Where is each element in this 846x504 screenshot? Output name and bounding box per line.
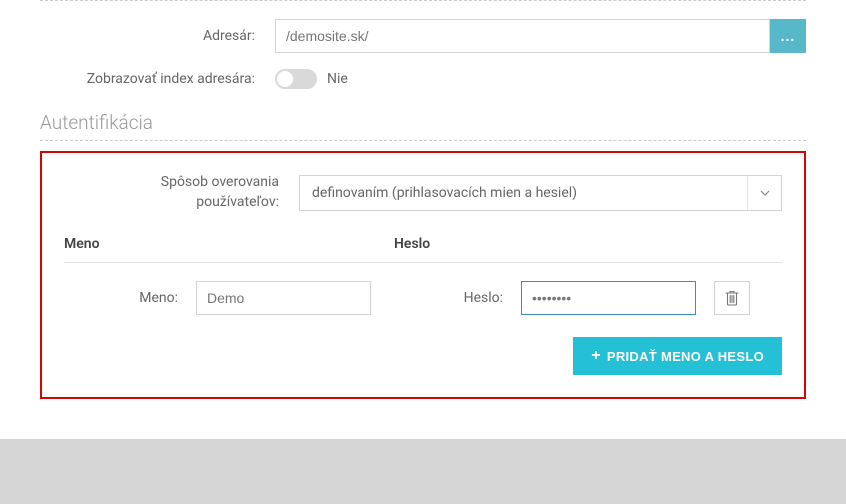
auth-method-select[interactable]: definovaním (prihlasovacích mien a hesie… — [299, 175, 782, 211]
index-toggle-value: Nie — [327, 71, 348, 87]
auth-method-row: Spôsob overovania používateľov: definova… — [64, 173, 782, 212]
cred-name-label: Meno: — [64, 290, 196, 306]
trash-icon — [725, 290, 739, 306]
cred-pass-label: Heslo: — [441, 290, 521, 306]
directory-row: Adresár: ... — [40, 19, 806, 53]
cred-pass-input[interactable] — [521, 281, 696, 315]
credentials-table-header: Meno Heslo — [64, 236, 782, 263]
divider-top — [40, 0, 806, 19]
index-label: Zobrazovať index adresára: — [40, 71, 275, 87]
settings-panel: Adresár: ... Zobrazovať index adresára: … — [0, 0, 846, 439]
browse-button[interactable]: ... — [770, 19, 806, 53]
auth-highlight-box: Spôsob overovania používateľov: definova… — [40, 151, 806, 399]
directory-input[interactable] — [275, 19, 770, 53]
directory-label: Adresár: — [40, 28, 275, 44]
chevron-down-icon — [747, 176, 781, 210]
auth-method-label: Spôsob overovania používateľov: — [64, 173, 299, 212]
auth-method-value: definovaním (prihlasovacích mien a hesie… — [300, 185, 747, 201]
add-credential-label: PRIDAŤ MENO A HESLO — [607, 349, 764, 364]
col-header-password: Heslo — [394, 236, 782, 252]
add-row-container: + PRIDAŤ MENO A HESLO — [64, 337, 782, 375]
auth-method-label-line1: Spôsob overovania — [161, 174, 279, 190]
auth-method-label-line2: používateľov: — [196, 194, 279, 210]
directory-input-group: ... — [275, 19, 806, 53]
divider-auth — [40, 140, 806, 141]
cred-name-input[interactable] — [196, 281, 371, 315]
toggle-knob — [277, 71, 293, 87]
index-row: Zobrazovať index adresára: Nie — [40, 69, 806, 89]
ellipsis-icon: ... — [781, 28, 796, 44]
col-header-name: Meno — [64, 236, 394, 252]
credential-row: Meno: Heslo: — [64, 281, 782, 315]
auth-section-title: Autentifikácia — [40, 111, 806, 134]
delete-row-button[interactable] — [714, 281, 750, 315]
plus-icon: + — [591, 347, 601, 365]
add-credential-button[interactable]: + PRIDAŤ MENO A HESLO — [573, 337, 782, 375]
index-toggle[interactable] — [275, 69, 317, 89]
